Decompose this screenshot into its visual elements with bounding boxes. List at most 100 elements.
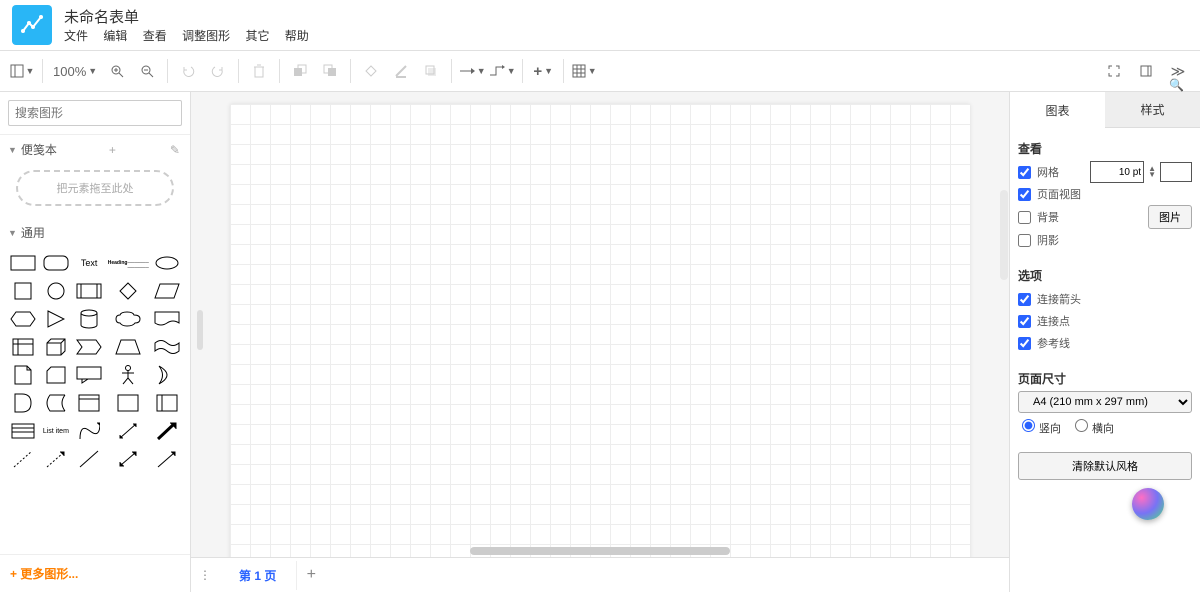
menu-file[interactable]: 文件: [64, 29, 88, 43]
canvas-page[interactable]: [230, 104, 970, 557]
shape-or[interactable]: [153, 363, 182, 387]
guides-checkbox[interactable]: 参考线: [1018, 332, 1192, 354]
menu-shape[interactable]: 调整图形: [182, 29, 230, 43]
general-header[interactable]: ▼通用: [0, 218, 190, 247]
shape-container3[interactable]: [153, 391, 182, 415]
shape-cloud[interactable]: [108, 307, 149, 331]
page-tab-1[interactable]: 第 1 页: [219, 561, 297, 590]
canvas-area: ⋮ 第 1 页 +: [191, 92, 1009, 592]
arrows-checkbox[interactable]: 连接箭头: [1018, 288, 1192, 310]
waypoint-icon[interactable]: ▼: [488, 57, 516, 85]
grid-size-input[interactable]: [1090, 161, 1144, 183]
h-scrollbar[interactable]: [470, 547, 730, 555]
zoom-in-icon[interactable]: [103, 57, 131, 85]
scratchpad-header[interactable]: ▼便笺本 + ✎: [0, 135, 190, 164]
tab-style[interactable]: 样式: [1105, 92, 1200, 128]
fullscreen-icon[interactable]: [1100, 57, 1128, 85]
v-scrollbar[interactable]: [1000, 190, 1008, 280]
shape-card[interactable]: [41, 363, 70, 387]
portrait-radio[interactable]: 竖向: [1022, 419, 1061, 436]
to-front-icon[interactable]: [286, 57, 314, 85]
shape-step[interactable]: [75, 335, 104, 359]
to-back-icon[interactable]: [316, 57, 344, 85]
shape-linebiarr[interactable]: [108, 447, 149, 471]
page-size-select[interactable]: A4 (210 mm x 297 mm): [1018, 391, 1192, 413]
shape-arrow[interactable]: [153, 419, 182, 443]
shape-text[interactable]: Text: [75, 251, 104, 275]
page-menu-icon[interactable]: ⋮: [191, 561, 219, 589]
grid-checkbox[interactable]: 网格: [1018, 161, 1059, 183]
shape-callout[interactable]: [75, 363, 104, 387]
shape-process[interactable]: [75, 279, 104, 303]
shape-cylinder[interactable]: [75, 307, 104, 331]
sidebar-toggle-button[interactable]: ▼: [8, 57, 36, 85]
shadow-checkbox[interactable]: 阴影: [1018, 229, 1192, 251]
sidebar-resize-handle[interactable]: [197, 310, 203, 350]
background-image-button[interactable]: 图片: [1148, 205, 1192, 229]
shape-diamond[interactable]: [108, 279, 149, 303]
shape-internal[interactable]: [8, 335, 37, 359]
background-checkbox[interactable]: 背景: [1018, 206, 1059, 228]
points-checkbox[interactable]: 连接点: [1018, 310, 1192, 332]
more-shapes-button[interactable]: + 更多图形...: [0, 554, 190, 592]
menu-edit[interactable]: 编辑: [103, 29, 127, 43]
shape-note[interactable]: [8, 363, 37, 387]
shape-trapezoid[interactable]: [108, 335, 149, 359]
clear-style-button[interactable]: 清除默认风格: [1018, 452, 1192, 480]
document-title[interactable]: 未命名表单: [64, 6, 321, 27]
menu-other[interactable]: 其它: [245, 29, 269, 43]
shape-heading[interactable]: Heading────────────: [108, 251, 149, 275]
shape-tape[interactable]: [153, 335, 182, 359]
grid-size-stepper[interactable]: ▲▼: [1148, 166, 1156, 178]
menu-help[interactable]: 帮助: [285, 29, 309, 43]
pageview-checkbox[interactable]: 页面视图: [1018, 183, 1192, 205]
shape-cube[interactable]: [41, 335, 70, 359]
zoom-level[interactable]: 100%▼: [49, 57, 101, 85]
add-page-icon[interactable]: +: [297, 566, 325, 584]
shape-dashed[interactable]: [8, 447, 37, 471]
shape-and[interactable]: [8, 391, 37, 415]
scratchpad-edit-icon[interactable]: ✎: [168, 143, 182, 157]
shape-square[interactable]: [8, 279, 37, 303]
format-panel-icon[interactable]: [1132, 57, 1160, 85]
line-color-icon[interactable]: [387, 57, 415, 85]
scratchpad-add-icon[interactable]: +: [107, 143, 118, 157]
shape-circle[interactable]: [41, 279, 70, 303]
shape-hexagon[interactable]: [8, 307, 37, 331]
shape-linearr[interactable]: [153, 447, 182, 471]
menu-view[interactable]: 查看: [143, 29, 167, 43]
canvas-viewport[interactable]: [191, 92, 1009, 557]
shape-biarrow[interactable]: [108, 419, 149, 443]
undo-icon[interactable]: [174, 57, 202, 85]
insert-icon[interactable]: +▼: [529, 57, 557, 85]
shape-actor[interactable]: [108, 363, 149, 387]
assistant-fab[interactable]: [1132, 488, 1164, 520]
grid-color-swatch[interactable]: [1160, 162, 1192, 182]
shape-datastore[interactable]: [41, 391, 70, 415]
shape-container1[interactable]: [75, 391, 104, 415]
shape-roundrect[interactable]: [41, 251, 70, 275]
app-header: 未命名表单 文件 编辑 查看 调整图形 其它 帮助: [0, 0, 1200, 50]
shape-list[interactable]: [8, 419, 37, 443]
fill-color-icon[interactable]: [357, 57, 385, 85]
redo-icon[interactable]: [204, 57, 232, 85]
landscape-radio[interactable]: 横向: [1075, 419, 1114, 436]
shape-container2[interactable]: [108, 391, 149, 415]
zoom-out-icon[interactable]: [133, 57, 161, 85]
shape-ellipse[interactable]: [153, 251, 182, 275]
shape-curve[interactable]: [75, 419, 104, 443]
scratchpad-dropzone[interactable]: 把元素拖至此处: [16, 170, 174, 206]
tab-diagram[interactable]: 图表: [1010, 92, 1105, 128]
delete-icon[interactable]: [245, 57, 273, 85]
shape-parallel[interactable]: [153, 279, 182, 303]
shape-line[interactable]: [75, 447, 104, 471]
shape-dashedarr[interactable]: [41, 447, 70, 471]
table-icon[interactable]: ▼: [570, 57, 598, 85]
shape-triangle[interactable]: [41, 307, 70, 331]
shape-rect[interactable]: [8, 251, 37, 275]
shadow-icon[interactable]: [417, 57, 445, 85]
connection-icon[interactable]: ▼: [458, 57, 486, 85]
search-input[interactable]: [8, 100, 182, 126]
shape-document[interactable]: [153, 307, 182, 331]
shape-listitem[interactable]: List item: [41, 419, 70, 443]
